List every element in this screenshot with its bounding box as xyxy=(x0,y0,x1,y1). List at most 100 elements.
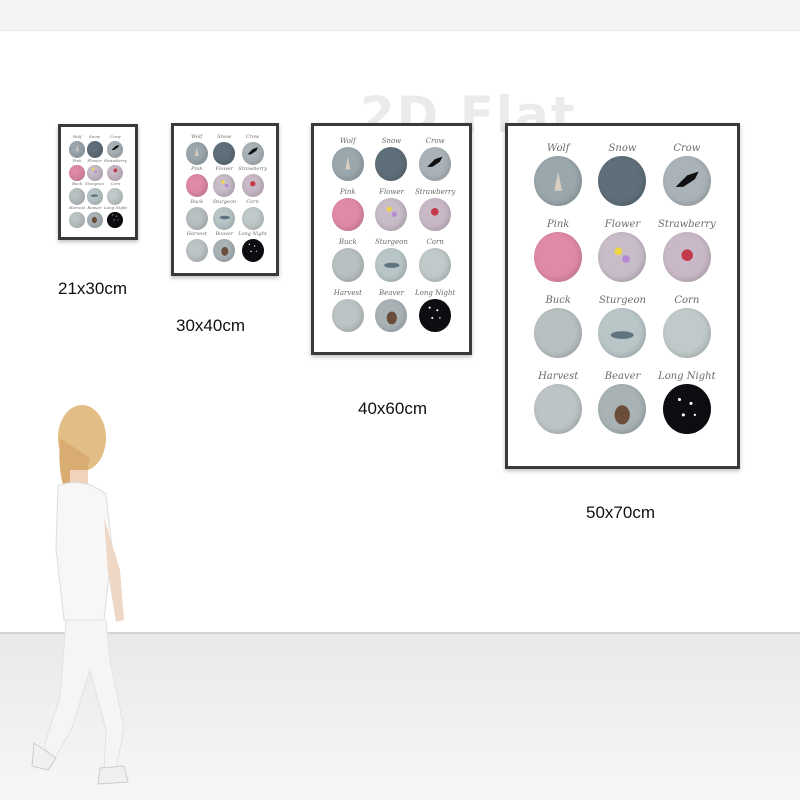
moon-circle xyxy=(69,140,86,158)
moon-circle xyxy=(662,308,711,359)
fish-icon xyxy=(603,312,641,355)
moon-circle xyxy=(241,142,264,166)
moon-label: Long Night xyxy=(238,230,267,237)
moon-cell: Buck xyxy=(183,199,211,232)
moon-circle xyxy=(375,197,408,232)
moon-label: Strawberry xyxy=(414,187,456,196)
strawberry-icon xyxy=(109,164,122,182)
moon-label: Beaver xyxy=(379,288,404,297)
moon-circle xyxy=(419,197,452,232)
moon-circle xyxy=(534,232,583,283)
strawberry-icon xyxy=(422,199,448,230)
moon-circle xyxy=(107,211,124,229)
moon-circle xyxy=(86,164,103,182)
moon-label: Beaver xyxy=(215,230,234,237)
moon-cell: Flower xyxy=(590,220,654,296)
moon-label: Buck xyxy=(338,238,357,246)
moon-label: Snow xyxy=(217,134,232,140)
moon-circle xyxy=(662,384,711,435)
moon-circle xyxy=(241,174,264,198)
moon-cell: Flower xyxy=(85,157,104,183)
fish-icon xyxy=(379,250,405,281)
moon-circle xyxy=(598,308,647,359)
moon-circle xyxy=(86,211,103,229)
moon-cell: Pink xyxy=(326,187,370,240)
moon-cell: Wolf xyxy=(526,144,590,220)
poster-40x60: Wolf Snow Crow Pink Flower Strawberry Buck Stur… xyxy=(311,123,472,355)
moon-circle xyxy=(185,142,208,166)
size-label-50x70: 50x70cm xyxy=(586,503,655,522)
moon-cell: Beaver xyxy=(211,230,239,264)
moon-grid: Wolf Snow Crow Pink Flower Strawberry Buck Stur… xyxy=(526,144,719,448)
moon-cell: Sturgeon xyxy=(85,182,104,206)
moon-cell: Crow xyxy=(655,144,719,220)
moon-cell: Strawberry xyxy=(238,167,267,199)
wolf-icon xyxy=(188,142,206,165)
moon-cell: Harvest xyxy=(526,372,590,448)
moon-circle xyxy=(331,248,364,282)
moon-label: Flower xyxy=(87,157,102,163)
moon-label: Crow xyxy=(110,134,121,139)
moon-circle xyxy=(86,141,103,158)
moon-label: Crow xyxy=(425,137,445,145)
wolf-icon xyxy=(539,160,577,203)
moon-label: Snow xyxy=(381,137,402,145)
moon-grid: Wolf Snow Crow Pink Flower Strawberry Buck Stur… xyxy=(183,135,267,264)
size-label-21x30: 21x30cm xyxy=(58,279,127,298)
moon-cell: Wolf xyxy=(69,135,86,159)
moon-label: Sturgeon xyxy=(375,238,408,246)
woman-figure xyxy=(31,405,129,785)
moon-circle xyxy=(534,384,583,435)
moon-circle xyxy=(107,141,124,158)
moon-circle xyxy=(598,156,647,207)
fish-icon xyxy=(216,207,234,230)
moon-label: Long Night xyxy=(103,204,127,210)
moon-label: Pink xyxy=(546,219,570,230)
moon-circle xyxy=(69,164,86,182)
wolf-icon xyxy=(335,149,361,180)
moon-cell: Harvest xyxy=(183,230,211,264)
size-label-40x60: 40x60cm xyxy=(358,399,427,418)
moon-circle xyxy=(598,232,647,283)
fish-icon xyxy=(88,187,101,205)
moon-circle xyxy=(213,142,236,166)
strawberry-icon xyxy=(244,175,262,198)
moon-label: Crow xyxy=(673,143,701,154)
beaver-icon xyxy=(88,211,101,229)
moon-label: Corn xyxy=(246,198,259,205)
moon-circle xyxy=(662,232,711,283)
moon-circle xyxy=(375,147,408,181)
moon-label: Harvest xyxy=(186,230,207,237)
moon-cell: Snow xyxy=(590,144,654,220)
moon-circle xyxy=(213,174,236,198)
moon-circle xyxy=(213,238,236,262)
moon-circle xyxy=(241,238,264,262)
moon-circle xyxy=(185,238,208,262)
moon-label: Flower xyxy=(604,219,641,230)
ceiling xyxy=(0,0,800,31)
moon-circle xyxy=(107,188,124,205)
poster-21x30: Wolf Snow Crow Pink Flower Strawberry Buck Stur… xyxy=(58,124,138,240)
moon-label: Beaver xyxy=(87,204,102,210)
moon-label: Flower xyxy=(379,187,404,196)
moon-label: Pink xyxy=(339,187,356,196)
moon-cell: Flower xyxy=(211,167,239,199)
moon-cell: Crow xyxy=(238,135,267,167)
moon-cell: Pink xyxy=(69,158,86,183)
moon-label: Harvest xyxy=(538,371,579,382)
moon-cell: Beaver xyxy=(85,204,104,230)
moon-cell: Beaver xyxy=(590,372,654,448)
moon-label: Buck xyxy=(545,295,571,306)
moon-cell: Harvest xyxy=(69,205,85,230)
moon-label: Sturgeon xyxy=(85,181,104,186)
wolf-icon xyxy=(71,140,84,158)
moon-cell: Buck xyxy=(526,296,590,372)
flower-icon xyxy=(379,199,405,230)
moon-label: Corn xyxy=(674,295,700,306)
moon-cell: Corn xyxy=(655,296,719,372)
moon-circle xyxy=(662,156,711,207)
moon-circle xyxy=(598,384,647,435)
moon-circle xyxy=(185,174,208,198)
crow-icon xyxy=(668,160,706,203)
moon-circle xyxy=(185,206,208,230)
